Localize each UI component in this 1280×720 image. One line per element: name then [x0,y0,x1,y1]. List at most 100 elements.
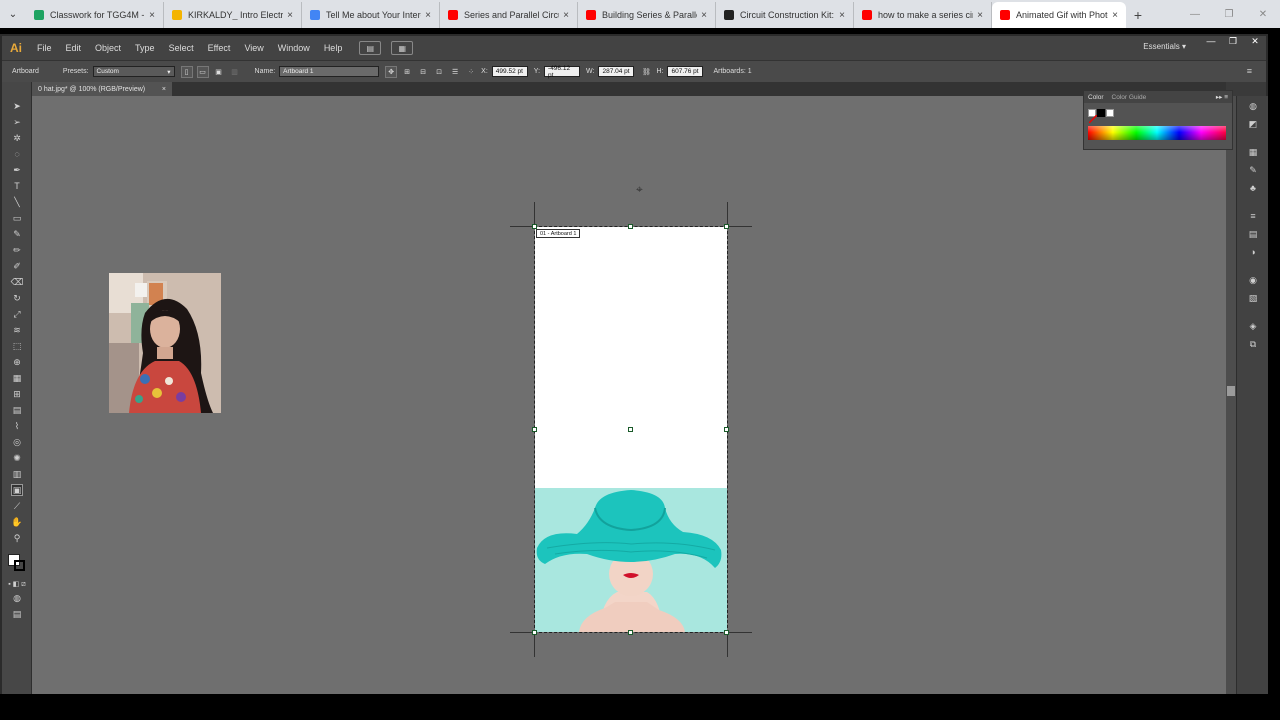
eyedropper-tool-icon[interactable]: ⌇ [11,420,23,432]
zoom-tool-icon[interactable]: ⚲ [11,532,23,544]
artboard-name-input[interactable]: Artboard 1 [279,66,380,77]
artboard-tool-icon[interactable]: ▣ [11,484,23,496]
artboard-options-icon[interactable]: ☰ [449,66,461,78]
tab-close-icon[interactable]: × [425,10,431,21]
browser-tab[interactable]: Series and Parallel Circuit × [440,2,578,28]
stroke-icon[interactable]: ≡ [1247,210,1259,222]
gradient-tool-icon[interactable]: ▤ [11,404,23,416]
line-tool-icon[interactable]: ╲ [11,196,23,208]
menu-type[interactable]: Type [128,43,162,53]
color-guide-icon[interactable]: ◩ [1247,118,1259,130]
selection-tool-icon[interactable]: ➤ [11,100,23,112]
column-graph-tool-icon[interactable]: ▥ [11,468,23,480]
swatches-icon[interactable]: ▦ [1247,146,1259,158]
symbols-icon[interactable]: ♣ [1247,182,1259,194]
height-input[interactable]: 607.76 pt [667,66,704,77]
resize-handle[interactable] [724,427,729,432]
show-safe-areas-icon[interactable]: ⊡ [433,66,445,78]
menu-view[interactable]: View [237,43,270,53]
app-minimize-icon[interactable]: ― [1200,36,1222,50]
reference-point-icon[interactable]: ⁘ [465,66,477,78]
tab-close-icon[interactable]: × [701,10,707,21]
layers-icon[interactable]: ◈ [1247,320,1259,332]
color-spectrum[interactable] [1088,126,1226,140]
color-panel-icon[interactable]: ◍ [1247,100,1259,112]
magic-wand-tool-icon[interactable]: ✲ [11,132,23,144]
browser-tab[interactable]: how to make a series circ × [854,2,992,28]
vertical-scrollbar[interactable] [1226,96,1236,694]
move-with-artboard-icon[interactable]: ✥ [385,65,398,78]
menu-object[interactable]: Object [88,43,128,53]
pen-tool-icon[interactable]: ✒ [11,164,23,176]
gradient-icon[interactable]: ▤ [1247,228,1259,240]
resize-handle[interactable] [532,630,537,635]
tab-close-icon[interactable]: × [563,10,569,21]
workspace-switcher[interactable]: Essentials ▾ [1143,42,1186,51]
close-icon[interactable]: ✕ [1246,0,1280,28]
shape-builder-tool-icon[interactable]: ⊕ [11,356,23,368]
menu-effect[interactable]: Effect [201,43,238,53]
white-swatch[interactable] [1106,109,1114,117]
browser-tab-active[interactable]: Animated Gif with Photo × [992,2,1126,28]
browser-tab[interactable]: Classwork for TGG4M -Ph × [26,2,164,28]
symbol-sprayer-tool-icon[interactable]: ✺ [11,452,23,464]
graphic-styles-icon[interactable]: ▧ [1247,292,1259,304]
bridge-icon[interactable]: ▤ [359,41,382,55]
browser-tab[interactable]: Circuit Construction Kit: A × [716,2,854,28]
appearance-icon[interactable]: ◉ [1247,274,1259,286]
screen-mode-icon[interactable]: ▤ [11,608,23,620]
hand-tool-icon[interactable]: ✋ [11,516,23,528]
direct-selection-tool-icon[interactable]: ➢ [11,116,23,128]
warp-tool-icon[interactable]: ≋ [11,324,23,336]
panel-collapse-icon[interactable]: ▸▸ ≡ [1216,93,1228,101]
presets-dropdown[interactable]: Custom ▾ [92,66,175,77]
blend-tool-icon[interactable]: ◎ [11,436,23,448]
rotate-tool-icon[interactable]: ↻ [11,292,23,304]
scrollbar-thumb[interactable] [1227,386,1235,396]
scale-tool-icon[interactable]: ⤢ [11,308,23,320]
resize-handle[interactable] [532,427,537,432]
lasso-tool-icon[interactable]: ◌ [11,148,23,160]
transparency-icon[interactable]: ◑ [1247,246,1259,258]
x-input[interactable]: 499.52 pt [491,66,528,77]
new-artboard-icon[interactable]: ▣ [213,66,225,78]
browser-tab[interactable]: KIRKALDY_ Intro Electron × [164,2,302,28]
landscape-icon[interactable]: ▭ [196,65,209,78]
black-swatch[interactable] [1097,109,1105,117]
blob-brush-tool-icon[interactable]: ✐ [11,260,23,272]
resize-handle[interactable] [724,630,729,635]
menu-window[interactable]: Window [271,43,317,53]
browser-tab[interactable]: Tell Me about Your Intere × [302,2,440,28]
app-close-icon[interactable]: ✕ [1244,36,1266,50]
browser-tab[interactable]: Building Series & Parallel × [578,2,716,28]
document-close-icon[interactable]: × [162,86,166,93]
artboards-icon[interactable]: ⧉ [1247,338,1259,350]
y-input[interactable]: -496.12 pt [544,65,581,79]
type-tool-icon[interactable]: T [11,180,23,192]
perspective-grid-tool-icon[interactable]: ▦ [11,372,23,384]
resize-handle[interactable] [628,224,633,229]
document-tab[interactable]: 0 hat.jpg* @ 100% (RGB/Preview) × [32,82,172,96]
resize-handle[interactable] [628,630,633,635]
free-transform-tool-icon[interactable]: ⬚ [11,340,23,352]
app-restore-icon[interactable]: ❐ [1222,36,1244,50]
stroke-swatch[interactable] [14,560,25,571]
brushes-icon[interactable]: ✎ [1247,164,1259,176]
placed-photo-thumbnail[interactable] [109,273,221,413]
tab-close-icon[interactable]: × [149,10,155,21]
drawing-mode-icon[interactable]: ◍ [11,592,23,604]
pencil-tool-icon[interactable]: ✏ [11,244,23,256]
color-mode-icons[interactable]: ▪ ◧ ⧄ [8,578,26,590]
new-tab-button[interactable]: + [1126,2,1150,28]
menu-help[interactable]: Help [317,43,350,53]
menu-select[interactable]: Select [162,43,201,53]
tab-color-guide[interactable]: Color Guide [1108,94,1151,101]
paintbrush-tool-icon[interactable]: ✎ [11,228,23,240]
restore-icon[interactable]: ❐ [1212,0,1246,28]
tab-close-icon[interactable]: × [839,10,845,21]
tab-search-icon[interactable]: ⌄ [0,0,26,28]
panel-menu-icon[interactable]: ≡ [1247,66,1252,76]
tab-close-icon[interactable]: × [977,10,983,21]
mesh-tool-icon[interactable]: ⊞ [11,388,23,400]
minimize-icon[interactable]: ― [1178,0,1212,28]
